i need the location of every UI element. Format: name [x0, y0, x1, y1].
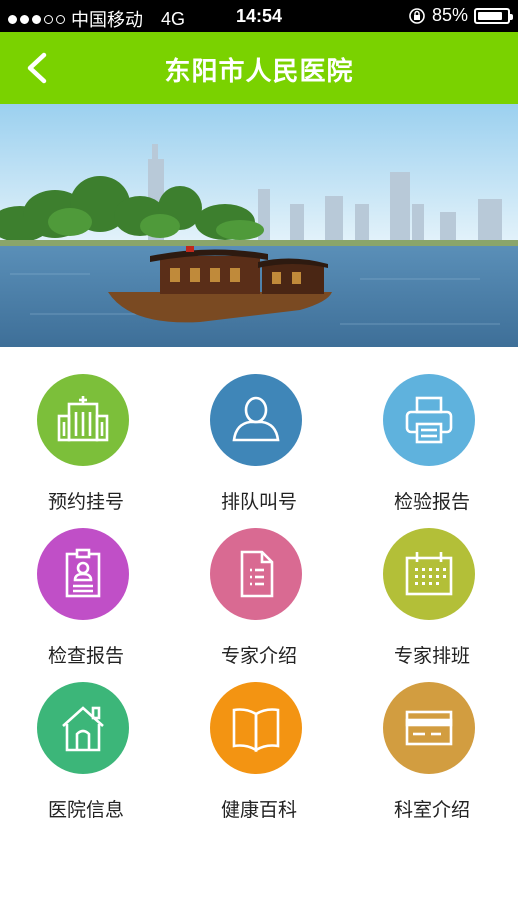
home-icon: [62, 706, 104, 752]
menu-item-circle: [383, 374, 475, 466]
printer-icon: [405, 396, 453, 444]
orientation-lock-icon: [409, 7, 425, 24]
calendar-icon: [405, 552, 453, 596]
menu-item-label: 医院信息: [47, 799, 124, 821]
card-icon: [405, 710, 453, 746]
header-bar: 东阳市人民医院: [0, 32, 518, 104]
menu-item-departments[interactable]: 科室介绍: [346, 655, 518, 821]
banner-image: [0, 104, 518, 347]
menu-item-hospital-info[interactable]: 医院信息: [0, 655, 172, 821]
menu-item-experts[interactable]: 专家介绍: [173, 501, 345, 667]
menu-item-circle: [37, 682, 129, 774]
menu-item-circle: [383, 682, 475, 774]
menu-item-circle: [210, 682, 302, 774]
menu-item-queue[interactable]: 排队叫号: [173, 347, 345, 513]
menu-item-label: 健康百科: [220, 799, 297, 821]
person-icon: [232, 396, 280, 442]
menu-item-appointment[interactable]: 预约挂号: [0, 347, 172, 513]
menu-item-schedule[interactable]: 专家排班: [346, 501, 518, 667]
hospital-building-icon: [57, 396, 109, 442]
menu-item-circle: [383, 528, 475, 620]
status-bar: 中国移动 4G 14:54 85%: [0, 0, 518, 32]
document-icon: [240, 550, 274, 598]
menu-item-health-wiki[interactable]: 健康百科: [173, 655, 345, 821]
menu-item-lab-report[interactable]: 检验报告: [346, 347, 518, 513]
menu-item-circle: [210, 528, 302, 620]
menu-item-circle: [37, 528, 129, 620]
clipboard-icon: [65, 548, 101, 598]
menu-item-circle: [210, 374, 302, 466]
menu-item-circle: [37, 374, 129, 466]
menu-item-label: 科室介绍: [393, 799, 470, 821]
page-title: 东阳市人民医院: [164, 57, 354, 87]
menu-item-exam-report[interactable]: 检查报告: [0, 501, 172, 667]
book-icon: [232, 708, 280, 753]
battery-icon: [474, 7, 513, 24]
battery-percent: 85%: [431, 5, 468, 25]
status-right: 85%: [408, 5, 513, 26]
